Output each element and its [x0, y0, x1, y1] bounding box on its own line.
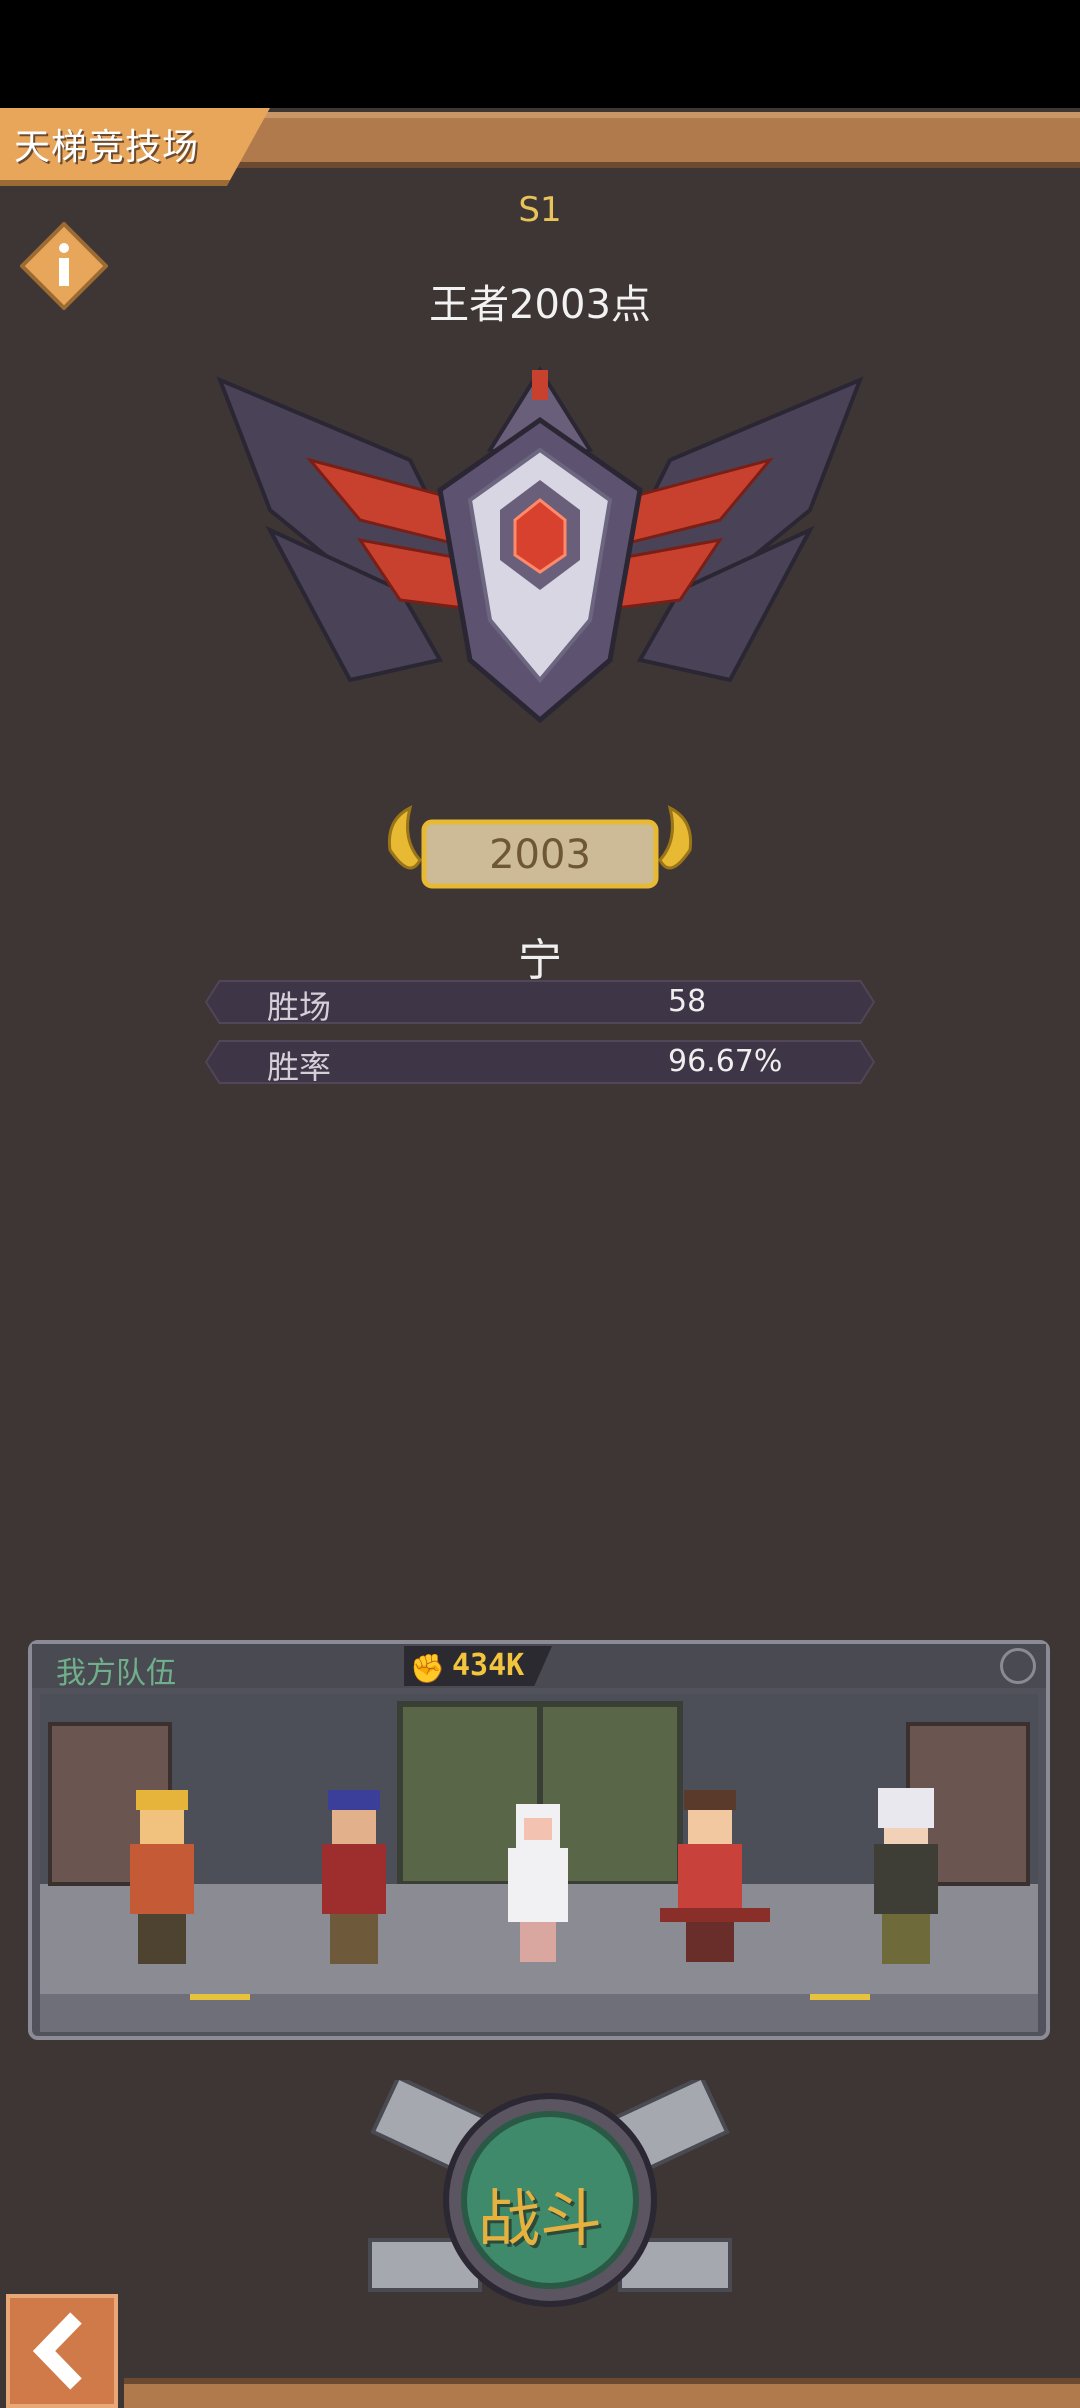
rank-name: 王者2003点 — [429, 282, 651, 328]
stat-row-winrate: 胜率 96.67% — [205, 1040, 875, 1084]
team-scene[interactable] — [40, 1694, 1038, 2032]
stat-row-wins: 胜场 58 — [205, 980, 875, 1024]
season-label: S1 — [518, 190, 562, 230]
bottom-strip — [124, 2378, 1080, 2408]
team-label: 我方队伍 — [56, 1656, 176, 1691]
settings-icon[interactable] — [1000, 1648, 1036, 1684]
player-name: 宁 — [518, 935, 562, 986]
hero-5[interactable] — [874, 1788, 938, 1964]
rank-emblem — [216, 366, 864, 724]
team-power: 434K — [452, 1648, 525, 1683]
back-button[interactable] — [6, 2294, 118, 2408]
title-strip — [230, 112, 1080, 168]
fight-button[interactable]: 战斗 — [0, 2168, 1080, 2258]
back-arrow-icon — [32, 2312, 82, 2390]
status-bar — [0, 0, 1080, 108]
page-title: 天梯竞技场 — [14, 127, 200, 168]
stat-label: 胜率 — [267, 1048, 332, 1086]
stat-value: 96.67% — [668, 1044, 783, 1079]
stat-value: 58 — [668, 984, 707, 1019]
stat-label: 胜场 — [267, 988, 332, 1026]
score-value: 2003 — [489, 832, 591, 878]
fist-icon: ✊ — [410, 1652, 445, 1685]
